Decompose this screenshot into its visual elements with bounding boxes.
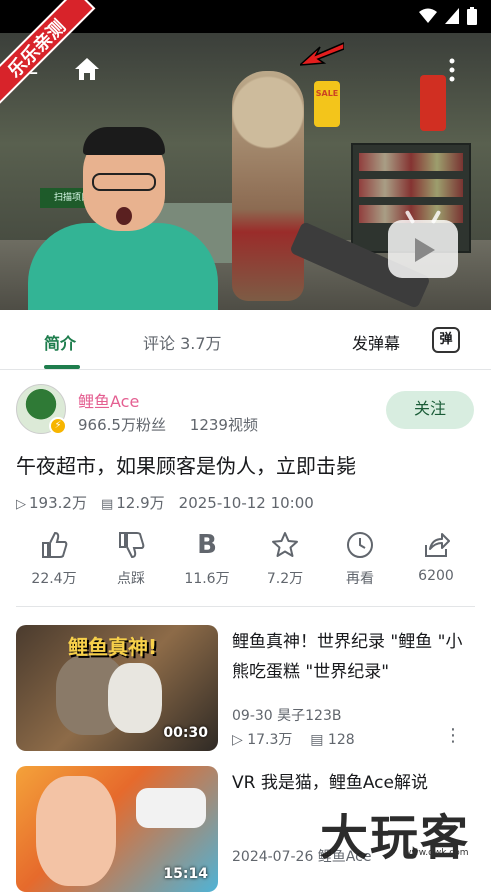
sale-sign: SALE	[314, 81, 340, 127]
thumb-caption: 鲤鱼真神!	[68, 635, 158, 659]
rec-stats: ▷ 17.3万 ▤ 128	[232, 729, 355, 749]
like-button[interactable]: 22.4万	[16, 530, 92, 588]
rec-title[interactable]: VR 我是猫，鲤鱼Ace解说	[232, 768, 468, 798]
coin-count: 11.6万	[184, 571, 230, 587]
share-icon	[398, 530, 474, 560]
grandma-figure	[36, 776, 116, 886]
share-button[interactable]: 6200	[398, 530, 474, 584]
author-video-count: 1239视频	[189, 416, 258, 434]
tab-underline	[44, 365, 80, 369]
watch-later-button[interactable]: 再看	[322, 530, 398, 588]
rec-views: 17.3万	[247, 732, 293, 748]
divider	[16, 606, 475, 607]
clock-icon	[322, 530, 398, 560]
action-bar: 22.4万 点踩 B 11.6万 7.2万 再看 6200	[16, 530, 476, 600]
rec-date-author: 09-30 昊子123B	[232, 708, 342, 724]
wifi-icon	[419, 8, 437, 28]
send-danmu-button[interactable]: 发弹幕	[352, 330, 400, 354]
watermark-url: www.dwk.com	[404, 848, 469, 858]
video-can	[420, 75, 446, 131]
coin-button[interactable]: B 11.6万	[169, 530, 245, 588]
rec-danmaku: 128	[327, 732, 355, 748]
author-row: ⚡ 鲤鱼Ace 966.5万粉丝 1239视频 关注	[16, 382, 476, 438]
rec-thumbnail[interactable]: 鲤鱼真神! 00:30	[16, 625, 218, 751]
tab-intro[interactable]: 简介	[44, 330, 76, 354]
tab-comments[interactable]: 评论 3.7万	[143, 330, 222, 354]
danmaku-stat: ▤ 12.9万	[101, 492, 165, 513]
video-title: 午夜超市，如果顾客是伪人，立即击毙	[16, 454, 356, 478]
author-name[interactable]: 鲤鱼Ace	[78, 388, 139, 412]
battery-icon	[467, 7, 477, 29]
author-fans: 966.5万粉丝	[78, 416, 166, 434]
thumbs-up-icon	[16, 530, 92, 560]
danmaku-icon: ▤	[310, 732, 324, 748]
more-vertical-icon[interactable]: ⋮	[444, 725, 462, 746]
danmaku-icon: ▤	[100, 497, 114, 512]
dislike-button[interactable]: 点踩	[93, 530, 169, 588]
video-player[interactable]: 扫描项目 SALE ←	[0, 33, 491, 310]
views-stat: ▷ 193.2万	[16, 492, 87, 513]
skull-figure	[108, 663, 162, 733]
list-item[interactable]: 鲤鱼真神! 00:30 鲤鱼真神！世界纪录 "鲤鱼 "小熊吃蛋糕 "世界纪录" …	[16, 625, 476, 751]
verified-icon: ⚡	[49, 417, 67, 435]
video-streamer	[28, 127, 218, 310]
rec-thumbnail[interactable]: 15:14	[16, 766, 218, 892]
vr-headset	[136, 788, 206, 828]
follow-button[interactable]: 关注	[386, 391, 474, 429]
watch-later-label: 再看	[346, 571, 374, 587]
views-count: 193.2万	[29, 494, 87, 512]
like-count: 22.4万	[31, 571, 77, 587]
video-creature	[232, 71, 304, 301]
favorite-button[interactable]: 7.2万	[247, 530, 323, 588]
danmaku-count: 12.9万	[116, 494, 165, 512]
play-tv-icon[interactable]	[388, 209, 458, 278]
play-count-icon: ▷	[232, 732, 243, 748]
video-meta: ▷ 193.2万 ▤ 12.9万 2025-10-12 10:00	[16, 492, 314, 513]
play-count-icon: ▷	[16, 497, 26, 512]
tab-bar: 简介 评论 3.7万 发弹幕 弹	[0, 310, 491, 370]
duration: 00:30	[163, 725, 208, 741]
publish-date: 2025-10-12 10:00	[178, 493, 314, 512]
signal-icon	[445, 8, 459, 28]
favorite-count: 7.2万	[266, 571, 304, 587]
author-stats: 966.5万粉丝 1239视频	[78, 414, 258, 435]
thumbs-down-icon	[93, 530, 169, 560]
home-icon[interactable]	[74, 57, 100, 87]
rec-title[interactable]: 鲤鱼真神！世界纪录 "鲤鱼 "小熊吃蛋糕 "世界纪录"	[232, 627, 468, 687]
dislike-label: 点踩	[117, 571, 145, 587]
red-arrow-icon	[300, 42, 344, 66]
danmu-toggle-icon[interactable]: 弹	[432, 327, 460, 353]
coin-icon: B	[197, 530, 217, 560]
duration: 15:14	[163, 866, 208, 882]
more-vertical-icon[interactable]	[448, 57, 456, 89]
star-icon	[247, 530, 323, 560]
avatar[interactable]: ⚡	[16, 384, 67, 435]
share-count: 6200	[418, 568, 454, 584]
